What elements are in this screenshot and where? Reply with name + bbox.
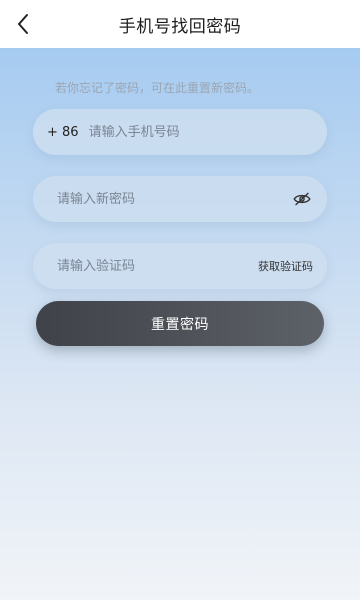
new-password-field[interactable] — [33, 176, 327, 222]
new-password-input[interactable] — [57, 176, 289, 222]
form-area: 若你忘记了密码，可在此重置新密码。 + 86 获取验证码 重置密码 — [0, 48, 360, 600]
password-visibility-toggle[interactable] — [289, 186, 315, 212]
verify-code-field[interactable]: 获取验证码 — [33, 243, 327, 289]
back-button[interactable] — [8, 9, 38, 39]
page-title: 手机号找回密码 — [118, 16, 242, 37]
phone-field[interactable]: + 86 — [33, 109, 327, 155]
reset-password-button[interactable]: 重置密码 — [36, 301, 324, 346]
eye-off-icon — [293, 192, 311, 206]
verify-code-input[interactable] — [57, 243, 258, 289]
top-bar: 手机号找回密码 — [0, 0, 360, 48]
phone-input[interactable] — [88, 109, 327, 155]
get-code-button[interactable]: 获取验证码 — [258, 258, 313, 274]
country-code[interactable]: + 86 — [47, 125, 79, 140]
reset-hint: 若你忘记了密码，可在此重置新密码。 — [55, 81, 260, 95]
chevron-left-icon — [18, 14, 28, 34]
